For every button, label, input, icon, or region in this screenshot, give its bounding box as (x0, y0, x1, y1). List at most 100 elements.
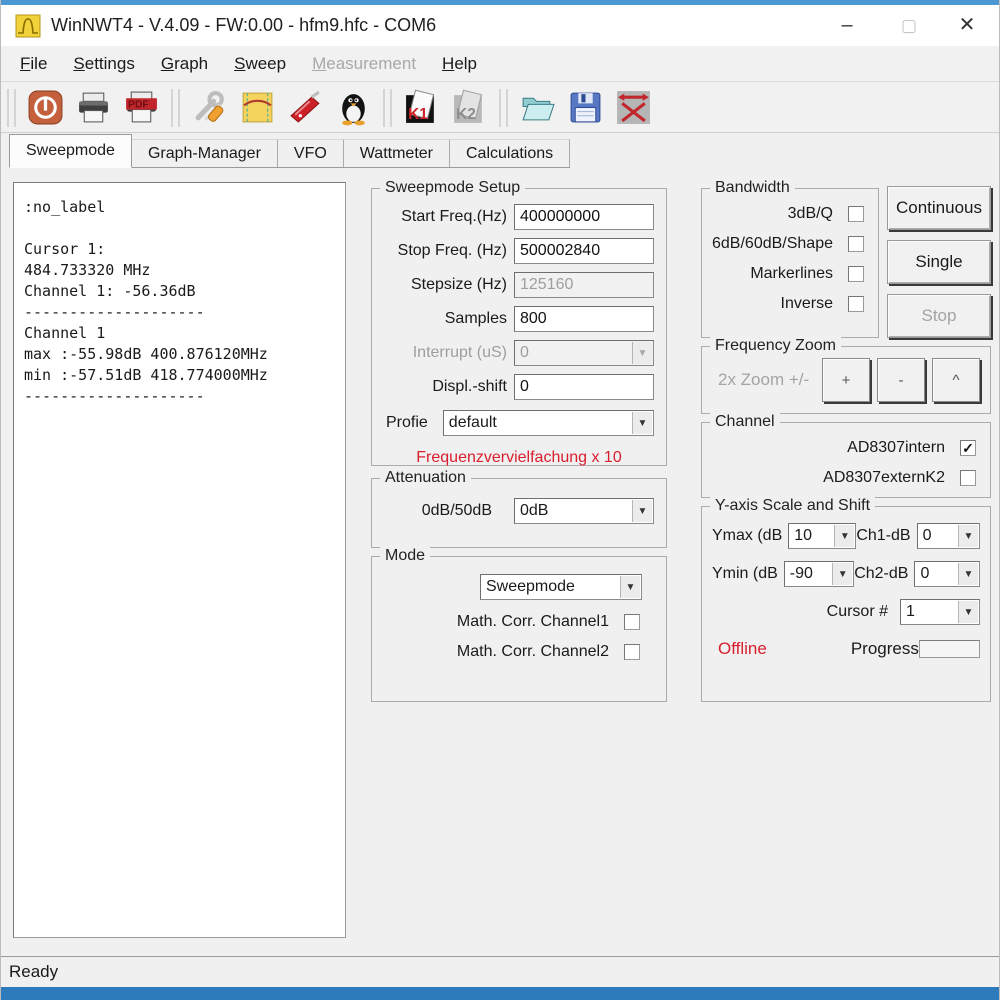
menu-measurement[interactable]: Measurement (299, 47, 429, 81)
zoom-factor-label: 2x Zoom +/- (718, 370, 815, 390)
math-corr-ch2-checkbox[interactable] (624, 644, 640, 660)
menu-settings[interactable]: Settings (60, 47, 147, 81)
markerlines-label: Markerlines (750, 265, 833, 283)
chevron-down-icon[interactable]: ▼ (632, 342, 652, 364)
displ-shift-input[interactable] (514, 374, 654, 400)
profile-combo[interactable]: default ▼ (443, 410, 654, 436)
group-title: Sweepmode Setup (380, 179, 525, 197)
ad8307-intern-checkbox[interactable]: ✓ (960, 440, 976, 456)
frequency-multiplier-note: Frequenzvervielfachung x 10 (372, 449, 666, 467)
tools-icon (191, 89, 228, 126)
menu-graph[interactable]: Graph (148, 47, 221, 81)
tab-calculations[interactable]: Calculations (450, 139, 570, 167)
stepsize-label: Stepsize (Hz) (411, 276, 507, 294)
zoom-out-button[interactable]: - (877, 358, 925, 402)
print-pdf-button[interactable]: PDF (119, 86, 163, 130)
attenuation-group: Attenuation 0dB/50dB 0dB ▼ (371, 478, 667, 548)
stop-freq-input[interactable] (514, 238, 654, 264)
statusbar: Ready (1, 956, 999, 987)
group-title: Y-axis Scale and Shift (710, 497, 875, 515)
cursor-info-panel: :no_label Cursor 1: 484.733320 MHz Chann… (13, 182, 346, 938)
exit-button[interactable] (23, 86, 67, 130)
calibration-k1-button[interactable]: K1 (399, 86, 443, 130)
frequency-zoom-group: Frequency Zoom 2x Zoom +/- + - ^ (701, 346, 991, 414)
chevron-down-icon[interactable]: ▼ (958, 563, 978, 585)
chevron-down-icon[interactable]: ▼ (958, 525, 978, 547)
combo-value: 10 (794, 527, 812, 545)
ad8307-extern-label: AD8307externK2 (823, 469, 945, 487)
tab-vfo[interactable]: VFO (278, 139, 344, 167)
attenuation-combo[interactable]: 0dB ▼ (514, 498, 654, 524)
menu-sweep[interactable]: Sweep (221, 47, 299, 81)
stop-button[interactable]: Stop (887, 294, 991, 338)
sweepmode-page: :no_label Cursor 1: 484.733320 MHz Chann… (1, 168, 999, 956)
start-freq-input[interactable] (514, 204, 654, 230)
chevron-down-icon[interactable]: ▼ (834, 525, 854, 547)
settings-button[interactable] (187, 86, 231, 130)
app-window: WinNWT4 - V.4.09 - FW:0.00 - hfm9.hfc - … (0, 0, 1000, 1000)
ch1-db-combo[interactable]: 0 ▼ (917, 523, 980, 549)
chevron-down-icon[interactable]: ▼ (632, 500, 652, 522)
toolbar: PDF K1 K2 (1, 83, 999, 133)
group-title: Frequency Zoom (710, 337, 841, 355)
bandwidth-3db-checkbox[interactable] (848, 206, 864, 222)
window-title: WinNWT4 - V.4.09 - FW:0.00 - hfm9.hfc - … (51, 5, 436, 46)
single-button[interactable]: Single (887, 240, 991, 284)
open-folder-icon (519, 89, 556, 126)
tab-sweepmode[interactable]: Sweepmode (9, 134, 132, 168)
open-file-button[interactable] (515, 86, 559, 130)
samples-label: Samples (445, 310, 507, 328)
chevron-down-icon[interactable]: ▼ (620, 576, 640, 598)
cursor-number-combo[interactable]: 1 ▼ (900, 599, 980, 625)
save-file-button[interactable] (563, 86, 607, 130)
combo-value: -90 (790, 565, 813, 583)
minimize-button[interactable]: – (825, 5, 869, 46)
chevron-down-icon[interactable]: ▼ (832, 563, 852, 585)
graph-manager-button[interactable] (235, 86, 279, 130)
toolbar-drag-handle[interactable] (7, 89, 16, 127)
ad8307-extern-checkbox[interactable] (960, 470, 976, 486)
inverse-checkbox[interactable] (848, 296, 864, 312)
bandwidth-6db-checkbox[interactable] (848, 236, 864, 252)
calibration-k2-button[interactable]: K2 (447, 86, 491, 130)
combo-value: default (449, 414, 497, 432)
toolbar-drag-handle[interactable] (499, 89, 508, 127)
menu-help[interactable]: Help (429, 47, 490, 81)
math-corr-ch1-checkbox[interactable] (624, 614, 640, 630)
tools-knife-button[interactable] (283, 86, 327, 130)
ymin-label: Ymin (dB (712, 565, 778, 583)
samples-input[interactable] (514, 306, 654, 332)
print-button[interactable] (71, 86, 115, 130)
toolbar-drag-handle[interactable] (171, 89, 180, 127)
menu-file[interactable]: File (7, 47, 60, 81)
svg-text:PDF: PDF (128, 100, 149, 111)
math-corr-ch1-label: Math. Corr. Channel1 (457, 613, 609, 631)
mode-combo[interactable]: Sweepmode ▼ (480, 574, 642, 600)
ch2-db-combo[interactable]: 0 ▼ (914, 561, 980, 587)
chevron-down-icon[interactable]: ▼ (632, 412, 652, 434)
tab-graph-manager[interactable]: Graph-Manager (132, 139, 278, 167)
menubar: File Settings Graph Sweep Measurement He… (1, 46, 999, 82)
stop-freq-label: Stop Freq. (Hz) (398, 242, 507, 260)
toolbar-drag-handle[interactable] (383, 89, 392, 127)
combo-value: 0 (923, 527, 932, 545)
tab-wattmeter[interactable]: Wattmeter (344, 139, 450, 167)
maximize-button[interactable]: ▢ (887, 5, 931, 46)
chevron-down-icon[interactable]: ▼ (958, 601, 978, 623)
stepsize-input[interactable] (514, 272, 654, 298)
ymax-combo[interactable]: 10 ▼ (788, 523, 856, 549)
tabbar: Sweepmode Graph-Manager VFO Wattmeter Ca… (1, 133, 999, 168)
progress-bar (919, 640, 980, 658)
ymin-combo[interactable]: -90 ▼ (784, 561, 854, 587)
close-button[interactable]: ✕ (945, 5, 989, 46)
markerlines-checkbox[interactable] (848, 266, 864, 282)
zoom-reset-button[interactable]: ^ (932, 358, 980, 402)
app-icon (15, 14, 41, 38)
sweep-span-button[interactable] (611, 86, 655, 130)
linux-tux-button[interactable] (331, 86, 375, 130)
start-freq-label: Start Freq.(Hz) (401, 208, 507, 226)
combo-value: 1 (906, 603, 915, 621)
continuous-button[interactable]: Continuous (887, 186, 991, 230)
zoom-in-button[interactable]: + (822, 358, 870, 402)
interrupt-combo[interactable]: 0 ▼ (514, 340, 654, 366)
